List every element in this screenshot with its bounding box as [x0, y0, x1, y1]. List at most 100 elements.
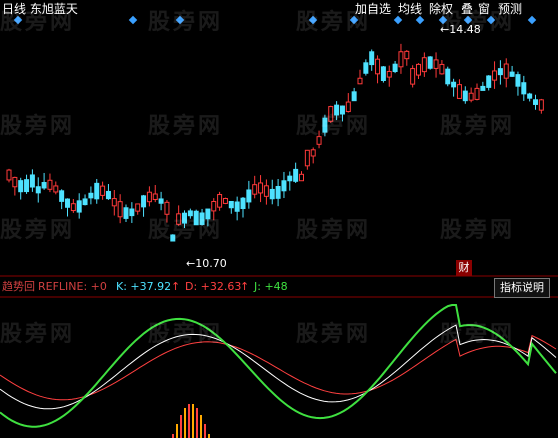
- candle-body: [6, 169, 12, 181]
- candle-body: [439, 63, 445, 75]
- candle-body: [70, 203, 76, 212]
- volume-bar: [192, 404, 194, 438]
- candle-body: [65, 198, 70, 208]
- low-price-label: ←10.70: [186, 257, 227, 270]
- candle-body: [41, 182, 47, 189]
- candle-body: [117, 201, 123, 218]
- candle-body: [240, 197, 246, 210]
- candle-body: [146, 191, 152, 203]
- moving-average-button[interactable]: 均线: [398, 0, 422, 18]
- d-line: [0, 334, 557, 401]
- candle-body: [123, 207, 129, 219]
- candle-body: [53, 185, 59, 193]
- candle-body: [357, 77, 363, 85]
- candle-body: [164, 201, 170, 215]
- candle-body: [228, 200, 234, 209]
- candle-body: [486, 75, 492, 88]
- add-watchlist-button[interactable]: 加自选: [355, 0, 391, 18]
- k-value-label: K: +37.92: [116, 280, 172, 293]
- candle-body: [456, 84, 462, 99]
- candle-body: [392, 63, 398, 73]
- candle-body: [275, 186, 281, 199]
- candle-body: [316, 136, 322, 145]
- candle-body: [468, 92, 474, 101]
- candle-body: [375, 58, 381, 75]
- candle-body: [480, 85, 486, 91]
- candle-body: [515, 74, 521, 87]
- volume-bar: [172, 434, 174, 438]
- up-arrow-icon: ↑: [171, 280, 181, 293]
- candle-body: [47, 179, 53, 190]
- j-line: [0, 304, 557, 428]
- refline-label: REFLINE: +0: [38, 280, 107, 293]
- candle-body: [205, 208, 211, 220]
- volume-bar: [176, 424, 178, 438]
- candle-body: [252, 184, 258, 195]
- overlay-button[interactable]: 叠: [461, 0, 473, 18]
- candle-body: [421, 57, 427, 73]
- candle-body: [176, 213, 182, 225]
- volume-bar: [188, 404, 190, 438]
- j-value-label: J: +48: [254, 280, 288, 293]
- candlestick-chart[interactable]: [0, 0, 558, 438]
- k-line: [0, 324, 557, 410]
- volume-bar: [208, 434, 210, 438]
- candle-body: [451, 81, 457, 88]
- candle-body: [474, 87, 480, 100]
- candle-body: [369, 51, 375, 66]
- volume-bar: [184, 408, 186, 438]
- candle-body: [111, 198, 117, 207]
- candle-body: [299, 173, 304, 182]
- candle-body: [258, 182, 264, 194]
- left-arrow-icon: ←: [186, 257, 196, 270]
- candle-body: [182, 212, 187, 224]
- candle-body: [386, 70, 392, 78]
- candle-body: [135, 203, 141, 212]
- candle-body: [410, 68, 416, 85]
- forecast-button[interactable]: 预测: [498, 0, 522, 18]
- candle-body: [158, 198, 164, 204]
- candle-body: [334, 104, 340, 116]
- candle-body: [287, 175, 293, 182]
- candle-body: [263, 185, 269, 197]
- candle-body: [152, 193, 158, 200]
- candle-body: [433, 59, 439, 69]
- event-marker-icon: [175, 15, 185, 25]
- candle-body: [234, 201, 240, 212]
- indicator-name[interactable]: 趋势回: [2, 279, 35, 295]
- candle-body: [94, 182, 100, 200]
- candle-body: [170, 234, 176, 242]
- candle-body: [59, 190, 65, 202]
- ex-rights-button[interactable]: 除权: [429, 0, 453, 18]
- candle-body: [521, 82, 527, 95]
- candle-body: [492, 70, 498, 81]
- candle-body: [24, 179, 30, 193]
- candle-body: [538, 99, 544, 111]
- candle-body: [187, 210, 193, 217]
- volume-bar: [200, 415, 202, 438]
- d-value-label: D: +32.63: [185, 280, 242, 293]
- finance-badge[interactable]: 财: [456, 260, 472, 276]
- candle-body: [404, 50, 410, 60]
- candle-body: [141, 195, 147, 208]
- stock-chart-window: 股旁网 股旁网 股旁网 股旁网 股旁网 股旁网 股旁网 股旁网 股旁网 股旁网 …: [0, 0, 558, 438]
- candle-body: [12, 176, 18, 188]
- window-button[interactable]: 窗: [478, 0, 490, 18]
- candle-body: [328, 106, 334, 122]
- candle-body: [304, 149, 310, 167]
- candle-body: [29, 174, 35, 188]
- candle-body: [88, 192, 94, 199]
- candle-body: [18, 180, 24, 193]
- volume-bar: [204, 424, 206, 438]
- candle-body: [217, 194, 223, 208]
- candle-body: [105, 190, 111, 200]
- candle-body: [35, 186, 41, 194]
- candle-body: [351, 91, 357, 102]
- candle-body: [398, 51, 404, 68]
- candle-body: [293, 168, 299, 182]
- high-price-label: ←14.48: [440, 23, 481, 36]
- candle-body: [82, 198, 88, 206]
- candle-body: [129, 208, 135, 217]
- candle-body: [462, 90, 468, 102]
- indicator-help-button[interactable]: 指标说明: [494, 278, 550, 298]
